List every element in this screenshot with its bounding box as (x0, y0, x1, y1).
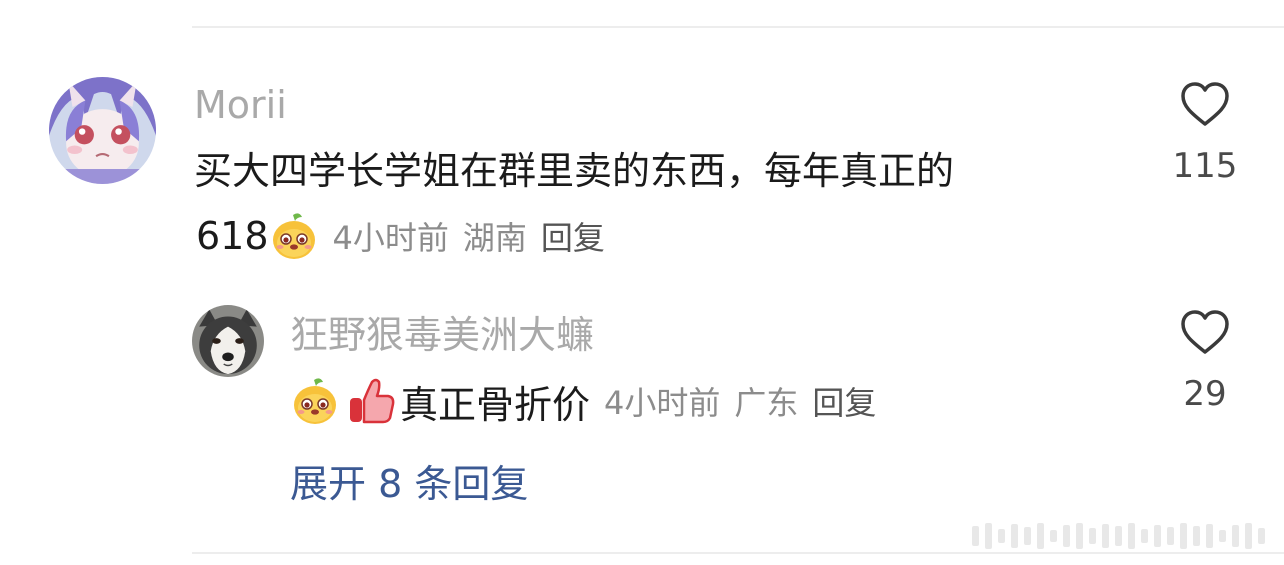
comment-username[interactable]: Morii (194, 82, 287, 128)
reply-time: 4小时前 (604, 384, 721, 422)
comment-meta-line: 618 4小时前 湖南 回复 (196, 210, 605, 262)
reply-avatar[interactable] (192, 305, 264, 377)
anime-girl-avatar-icon (49, 77, 156, 184)
reply-like-count: 29 (1183, 374, 1227, 414)
mango-face-emoji-icon (290, 376, 340, 426)
reply-username[interactable]: 狂野狠毒美洲大蠊 (290, 312, 594, 358)
expand-replies-button[interactable]: 展开 8 条回复 (290, 460, 528, 508)
avatar[interactable] (49, 77, 156, 184)
thumbs-up-emoji-icon (346, 376, 396, 426)
comment-reply-button[interactable]: 回复 (541, 213, 605, 259)
comment-text: 买大四学长学姐在群里卖的东西，每年真正的 (194, 149, 955, 193)
comment-like-count: 115 (1172, 146, 1238, 186)
heart-outline-icon (1181, 310, 1229, 354)
comment-like-button[interactable]: 115 (1165, 80, 1245, 186)
top-divider (192, 26, 1284, 28)
reply-content-line: 真正骨折价 4小时前 广东 回复 (290, 374, 876, 428)
mango-face-emoji-icon (269, 211, 319, 261)
comment-text-continuation: 618 (196, 214, 269, 258)
reply-like-button[interactable]: 29 (1165, 308, 1245, 414)
comment-time: 4小时前 (332, 219, 449, 257)
comment-location: 湖南 (462, 219, 527, 257)
reply-text: 真正骨折价 (400, 382, 591, 427)
reply-reply-button[interactable]: 回复 (812, 378, 876, 424)
reply-location: 广东 (734, 384, 799, 422)
bottom-divider (192, 552, 1284, 554)
watermark (972, 520, 1270, 552)
husky-dog-avatar-icon (192, 305, 264, 377)
heart-outline-icon (1181, 82, 1229, 126)
